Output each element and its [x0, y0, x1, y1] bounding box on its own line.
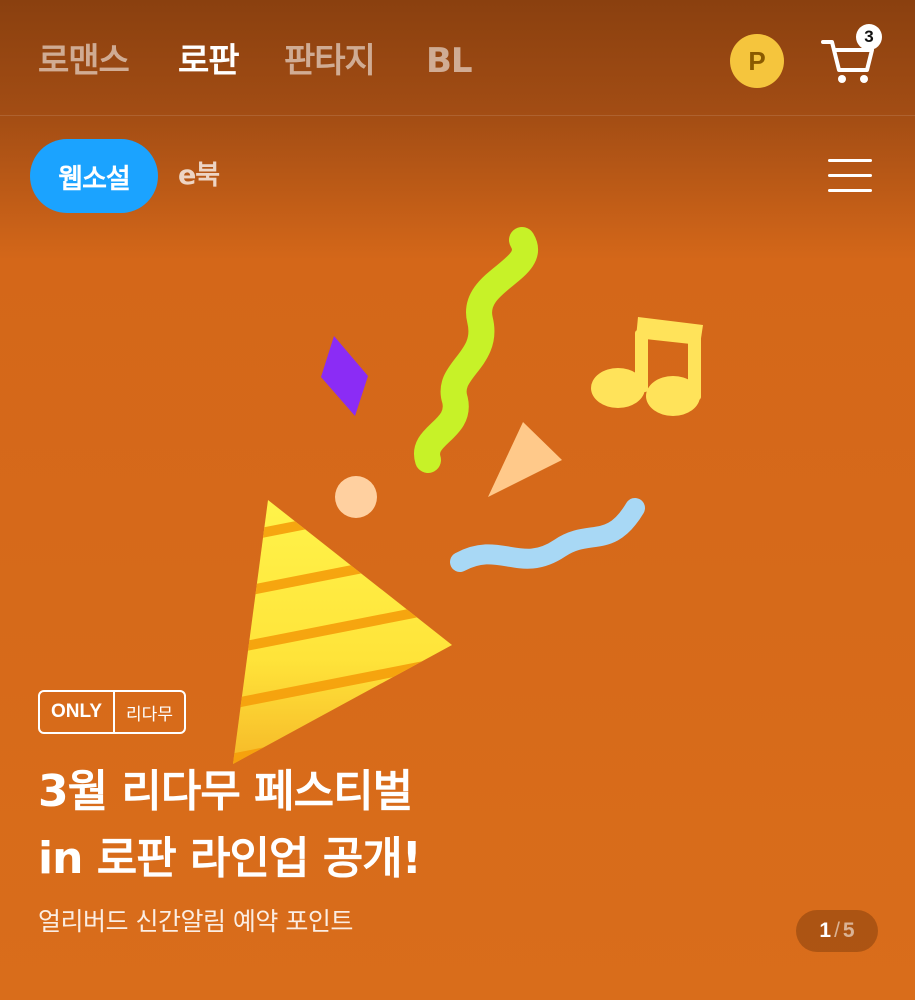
banner-headline[interactable]: 3월 리다무 페스티벌 in 로판 라인업 공개! — [38, 758, 758, 892]
banner-pager: 1 / 5 — [796, 910, 878, 952]
pager-total: 5 — [842, 919, 855, 942]
home-screen: 로맨스 로판 판타지 BL P 3 웹소설 e북 ONLY 리다무 3월 리다무… — [0, 0, 915, 1000]
headline-line-1: 3월 리다무 페스티벌 — [38, 766, 413, 817]
pager-current: 1 — [819, 919, 832, 942]
badge-brand-label: 리다무 — [126, 704, 173, 725]
badge-only-label: ONLY — [40, 692, 116, 732]
pager-separator: / — [834, 919, 840, 942]
headline-line-2: in 로판 라인업 공개! — [38, 833, 422, 884]
banner-subtitle: 얼리버드 신간알림 예약 포인트 — [38, 907, 353, 936]
only-badge: ONLY 리다무 — [38, 690, 186, 734]
